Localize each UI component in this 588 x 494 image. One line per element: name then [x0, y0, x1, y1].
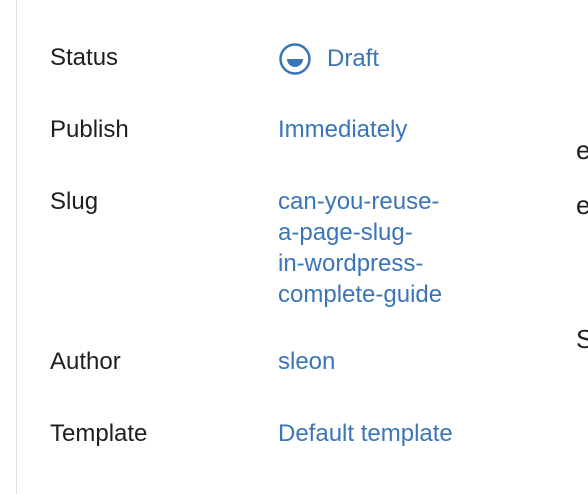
slug-line: a-page-slug-: [278, 219, 413, 246]
status-label: Status: [50, 44, 119, 71]
slug-line: can-you-reuse-: [278, 188, 440, 215]
author-button[interactable]: sleon: [278, 346, 335, 378]
template-button[interactable]: Default template: [278, 418, 453, 450]
edge-text-fragment: e: [576, 190, 588, 220]
publish-date-button[interactable]: Immediately: [278, 114, 407, 146]
template-label: Template: [50, 420, 148, 447]
slug-line: in-wordpress-: [278, 250, 424, 277]
edge-text-fragment: er: [576, 135, 588, 165]
background-content-edge: er e S: [576, 0, 588, 494]
status-value-text: Draft: [327, 45, 380, 72]
publish-label: Publish: [50, 116, 129, 143]
author-label: Author: [50, 348, 121, 375]
status-button[interactable]: Draft: [278, 42, 379, 76]
slug-line: complete-guide: [278, 281, 443, 308]
draft-status-icon: [279, 43, 311, 75]
panel-left-divider: [0, 0, 17, 494]
slug-button[interactable]: can-you-reuse- a-page-slug- in-wordpress…: [278, 186, 442, 310]
edge-text-fragment: S: [576, 324, 588, 354]
slug-label: Slug: [50, 188, 99, 215]
post-summary-panel: Status Draft Publish Immediately Slug ca…: [0, 0, 588, 494]
